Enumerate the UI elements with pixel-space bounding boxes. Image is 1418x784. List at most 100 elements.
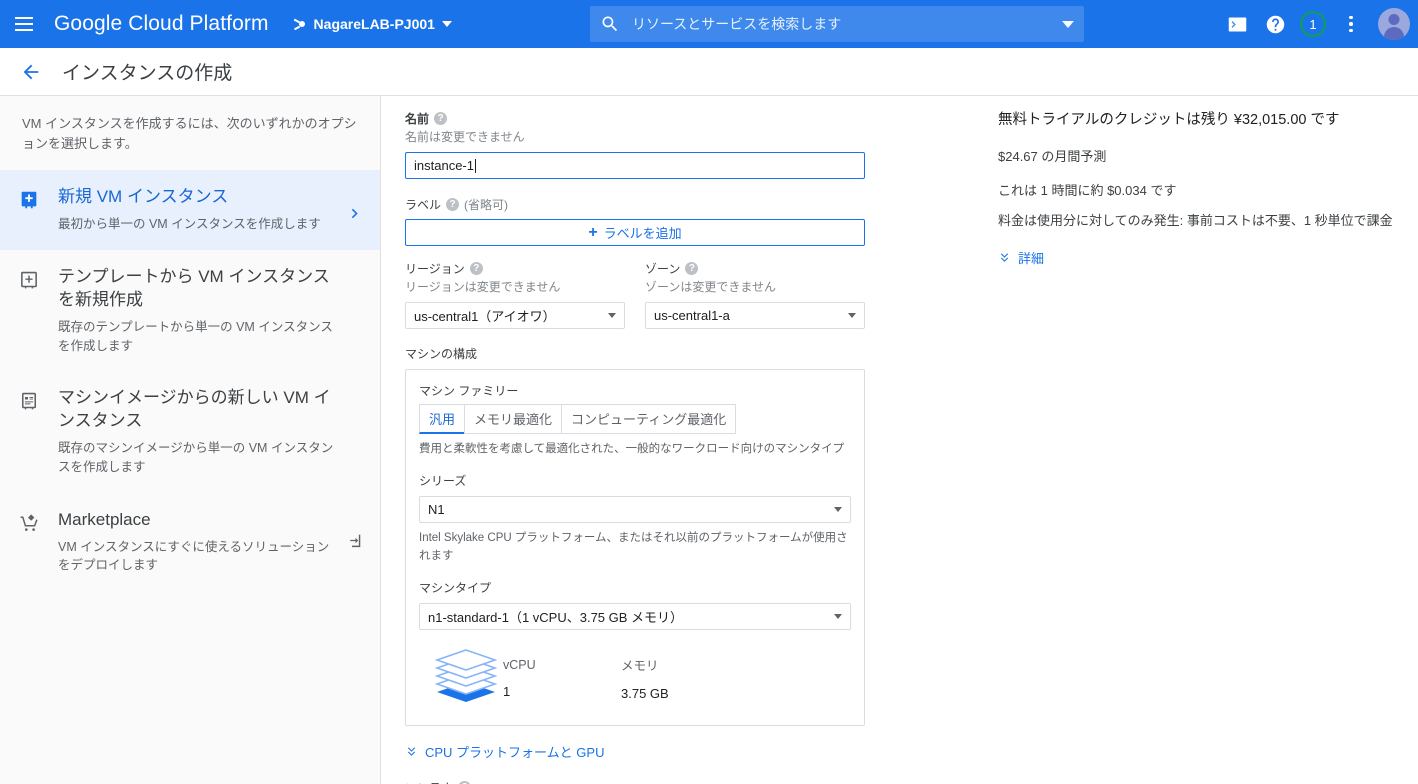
help-icon[interactable]: ? — [685, 262, 699, 275]
chevron-down-icon — [834, 613, 842, 619]
sidebar-item-new-vm-instance[interactable]: 新規 VM インスタンス 最初から単一の VM インスタンスを作成します — [0, 170, 380, 250]
labels-label-text: ラベル — [405, 198, 442, 212]
add-label-button[interactable]: + ラベルを追加 — [405, 219, 865, 246]
new-vm-instance-icon — [18, 186, 44, 216]
notification-count: 1 — [1300, 11, 1326, 37]
zone-select[interactable]: us-central1-a — [645, 302, 865, 329]
search-input[interactable]: リソースとサービスを検索します — [590, 6, 1084, 42]
billing-note-text: 料金は使用分に対してのみ発生: 事前コストは不要、1 秒単位で課金 — [998, 212, 1393, 228]
sidebar-item-marketplace[interactable]: Marketplace VM インスタンスにすぐに使えるソリューションをデプロイ… — [0, 493, 380, 591]
brand-title: Google Cloud Platform — [54, 12, 269, 35]
add-label-button-text: ラベルを追加 — [603, 226, 682, 241]
series-select[interactable]: N1 — [419, 496, 851, 524]
free-trial-credit-text: 無料トライアルのクレジットは残り ¥32,015.00 です — [998, 112, 1340, 128]
hourly-estimate-text: これは 1 時間に約 $0.034 です — [998, 183, 1177, 199]
page-title: インスタンスの作成 — [62, 63, 233, 84]
sidebar-item-desc: VM インスタンスにすぐに使えるソリューションをデプロイします — [58, 539, 330, 573]
sidebar-item-desc: 最初から単一の VM インスタンスを作成します — [58, 217, 321, 232]
machine-type-label: マシンタイプ — [419, 580, 492, 595]
chevron-down-icon — [441, 21, 452, 27]
cpu-platform-gpu-label: CPU プラットフォームと GPU — [425, 744, 605, 760]
help-icon[interactable]: ? — [434, 112, 448, 125]
zone-select-value: us-central1-a — [654, 308, 730, 323]
chevron-placeholder — [342, 387, 366, 405]
sidebar-item-title: マシンイメージからの新しい VM インスタンス — [58, 388, 331, 431]
chevron-down-icon — [608, 313, 616, 318]
page-content: VM インスタンスを作成するには、次のいずれかのオプションを選択します。 新規 … — [0, 96, 1418, 784]
machine-type-select[interactable]: n1-standard-1（1 vCPU、3.75 GB メモリ） — [419, 602, 851, 630]
machine-family-tabs: 汎用 メモリ最適化 コンピューティング最適化 — [419, 404, 851, 434]
cloud-shell-icon[interactable] — [1220, 7, 1254, 41]
region-label: リージョン ? — [405, 260, 625, 277]
notifications-badge[interactable]: 1 — [1296, 7, 1330, 41]
help-icon[interactable]: ? — [446, 198, 460, 211]
machine-type-select-value: n1-standard-1（1 vCPU、3.75 GB メモリ） — [428, 609, 684, 625]
text-cursor — [474, 158, 476, 173]
sidebar-item-desc: 既存のマシンイメージから単一の VM インスタンスを作成します — [58, 441, 334, 474]
hamburger-icon[interactable] — [0, 0, 48, 48]
pricing-details-label: 詳細 — [1018, 251, 1045, 267]
chevron-double-down-icon — [998, 251, 1011, 264]
project-selector-icon — [291, 16, 307, 32]
name-label-text: 名前 — [405, 112, 430, 126]
top-app-bar: Google Cloud Platform NagareLAB-PJ001 リソ… — [0, 0, 1418, 48]
tab-compute-optimized[interactable]: コンピューティング最適化 — [561, 404, 737, 434]
labels-field-label: ラベル ? (省略可) — [405, 196, 865, 213]
machine-config-section-label: マシンの構成 — [405, 347, 478, 361]
help-icon[interactable]: ? — [469, 262, 483, 275]
container-label-text: コンテナ — [405, 779, 453, 784]
open-in-new-icon[interactable] — [342, 509, 366, 550]
top-actions-group: 1 — [1220, 0, 1410, 48]
chevron-down-icon — [848, 313, 856, 318]
search-placeholder-text: リソースとサービスを検索します — [632, 16, 842, 32]
labels-optional-text: (省略可) — [464, 198, 509, 212]
zone-label-text: ゾーン — [645, 262, 681, 276]
name-input-value: instance-1 — [414, 158, 474, 173]
machine-config-card: マシン ファミリー 汎用 メモリ最適化 コンピューティング最適化 費用と柔軟性を… — [405, 369, 865, 726]
name-input[interactable]: instance-1 — [405, 152, 865, 179]
machine-image-icon — [18, 387, 44, 417]
chevron-double-down-icon — [405, 745, 418, 758]
help-icon[interactable] — [1258, 7, 1292, 41]
project-selector[interactable]: NagareLAB-PJ001 — [291, 16, 452, 32]
options-intro-text: VM インスタンスを作成するには、次のいずれかのオプションを選択します。 — [22, 116, 357, 152]
chevron-placeholder — [342, 266, 366, 284]
sidebar-item-desc: 既存のテンプレートから単一の VM インスタンスを作成します — [58, 319, 333, 353]
search-dropdown-icon[interactable] — [1062, 20, 1074, 28]
vcpu-spec: vCPU 1 — [503, 658, 621, 699]
monthly-estimate-text: $24.67 の月間予測 — [998, 148, 1107, 164]
sidebar-item-title: Marketplace — [58, 509, 151, 529]
marketplace-cart-icon — [18, 509, 44, 541]
creation-options-panel: VM インスタンスを作成するには、次のいずれかのオプションを選択します。 新規 … — [0, 96, 381, 784]
sidebar-item-new-vm-from-machine-image[interactable]: マシンイメージからの新しい VM インスタンス 既存のマシンイメージから単一の … — [0, 371, 380, 492]
region-select[interactable]: us-central1（アイオワ） — [405, 302, 625, 329]
series-label: シリーズ — [419, 474, 467, 489]
memory-value: 3.75 GB — [621, 686, 669, 702]
chevron-down-icon — [834, 507, 842, 513]
machine-family-hint: 費用と柔軟性を考慮して最適化された、一般的なワークロード向けのマシンタイプ — [419, 443, 845, 455]
region-label-text: リージョン — [405, 262, 465, 276]
account-avatar[interactable] — [1378, 8, 1410, 40]
cpu-platform-gpu-expander[interactable]: CPU プラットフォームと GPU — [405, 742, 865, 761]
sidebar-item-title: 新規 VM インスタンス — [58, 187, 229, 207]
tab-general-purpose[interactable]: 汎用 — [419, 404, 465, 434]
page-header: インスタンスの作成 — [0, 48, 1418, 96]
vcpu-value: 1 — [503, 683, 511, 699]
instance-form-panel: 名前 ? 名前は変更できません instance-1 ラベル ? (省略可) +… — [381, 96, 998, 784]
kebab-menu-icon[interactable] — [1334, 7, 1368, 41]
series-hint: Intel Skylake CPU プラットフォーム、またはそれ以前のプラットフ… — [419, 532, 848, 562]
pricing-details-expander[interactable]: 詳細 — [998, 248, 1398, 267]
name-field-label: 名前 ? — [405, 110, 865, 127]
pricing-estimate-panel: 無料トライアルのクレジットは残り ¥32,015.00 です $24.67 の月… — [998, 96, 1418, 784]
tab-memory-optimized[interactable]: メモリ最適化 — [464, 404, 562, 434]
sidebar-item-new-vm-from-template[interactable]: テンプレートから VM インスタンスを新規作成 既存のテンプレートから単一の V… — [0, 250, 380, 371]
memory-spec: メモリ 3.75 GB — [621, 655, 739, 701]
sidebar-item-title: テンプレートから VM インスタンスを新規作成 — [58, 266, 330, 309]
search-icon — [600, 14, 620, 34]
disk-stack-icon — [433, 646, 503, 711]
back-arrow-icon[interactable] — [14, 55, 48, 89]
zone-hint: ゾーンは変更できません — [645, 280, 777, 294]
region-select-value: us-central1（アイオワ） — [414, 309, 556, 324]
container-label: コンテナ ? — [405, 779, 865, 784]
series-select-value: N1 — [428, 502, 445, 518]
